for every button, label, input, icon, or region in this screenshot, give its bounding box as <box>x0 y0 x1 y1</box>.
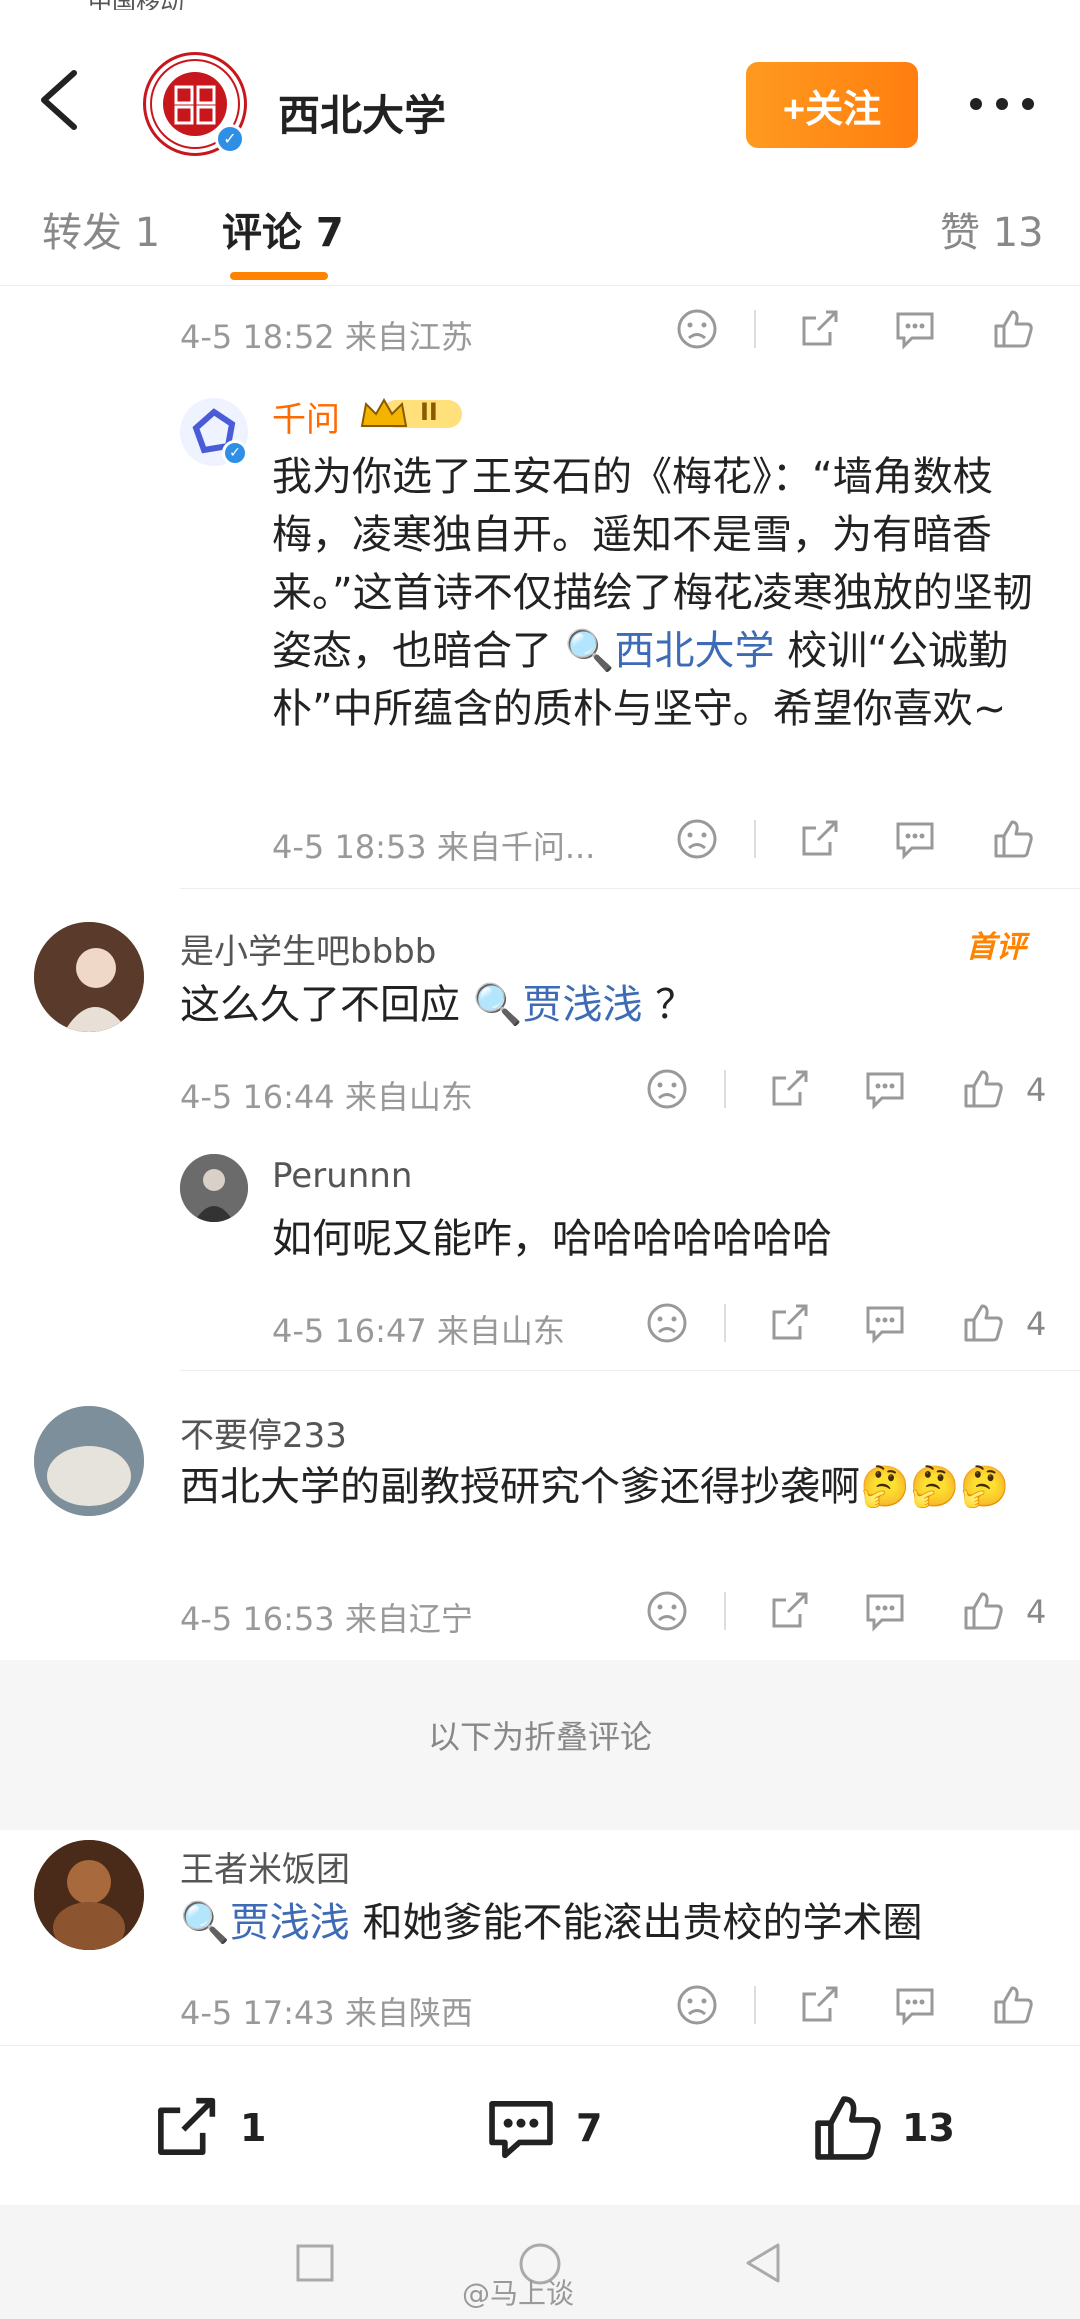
comment-username[interactable]: 不要停233 <box>180 1408 347 1457</box>
comment-actions: 4 <box>640 1300 1050 1350</box>
comment-text: 我为你选了王安石的《梅花》：“墙角数枝梅，凌寒独自开。遥知不是雪，为有暗香来。”… <box>272 454 1033 732</box>
bottom-action-bar: 1 7 13 <box>0 2045 1080 2206</box>
dislike-face-icon[interactable] <box>644 1300 690 1346</box>
thumbs-up-icon <box>815 2096 881 2160</box>
follow-button[interactable]: +关注 <box>746 62 918 148</box>
thinking-emoji-icon: 🤔🤔🤔 <box>860 1464 1010 1510</box>
dislike-face-icon[interactable] <box>644 1588 690 1634</box>
comment-icon[interactable] <box>862 1588 908 1634</box>
dislike-face-icon[interactable] <box>674 1982 720 2028</box>
more-icon <box>970 98 982 110</box>
comment-username[interactable]: 是小学生吧bbbb <box>180 924 436 973</box>
comment-meta: 4-5 16:53 来自辽宁 <box>180 1600 473 1638</box>
tab-comments[interactable]: 评论 7 <box>222 200 344 258</box>
user-avatar-icon <box>180 1154 248 1222</box>
avatar[interactable] <box>34 922 144 1032</box>
status-bar: 中国移动 <box>0 0 1080 16</box>
comment-meta: 4-5 17:43 来自陕西 <box>180 1994 473 2032</box>
dislike-face-icon[interactable] <box>674 816 720 862</box>
like-count: 4 <box>1026 1071 1047 1109</box>
tab-indicator <box>230 272 328 280</box>
dislike-face-icon[interactable] <box>644 1066 690 1112</box>
comment-text: 如何呢又能咋，哈哈哈哈哈哈哈 <box>272 1216 832 1262</box>
comment-button[interactable]: 7 <box>484 2088 602 2168</box>
comment-icon[interactable] <box>892 1982 938 2028</box>
avatar[interactable] <box>34 1406 144 1516</box>
back-button[interactable] <box>30 65 90 135</box>
repost-button[interactable]: 1 <box>148 2088 266 2168</box>
comment-meta: 4-5 16:47 来自山东 <box>272 1312 565 1350</box>
page-title: 西北大学 <box>278 91 447 140</box>
repost-count: 1 <box>240 2106 267 2150</box>
comment-count: 7 <box>576 2106 603 2150</box>
tab-reposts[interactable]: 转发 1 <box>42 200 160 258</box>
user-avatar-icon <box>34 922 144 1032</box>
avatar[interactable] <box>34 1840 144 1950</box>
like-button[interactable]: 13 <box>810 2088 955 2168</box>
folded-comments-header[interactable]: 以下为折叠评论 <box>0 1660 1080 1830</box>
tab-likes[interactable]: 赞 13 <box>940 200 1044 258</box>
share-icon[interactable] <box>766 1066 812 1112</box>
topic-link[interactable]: 🔍西北大学 <box>552 628 787 674</box>
avatar[interactable] <box>180 1154 248 1222</box>
first-comment-badge: 首评 <box>966 930 1026 965</box>
folded-comments-label: 以下为折叠评论 <box>427 1718 652 1756</box>
watermark: @马上谈 <box>462 2277 575 2310</box>
comment-actions <box>670 306 1040 356</box>
tab-bar: 转发 1 评论 7 赞 13 <box>0 160 1080 286</box>
comment-icon[interactable] <box>892 306 938 352</box>
comment-icon[interactable] <box>892 816 938 862</box>
comment-icon[interactable] <box>862 1066 908 1112</box>
share-icon[interactable] <box>766 1588 812 1634</box>
comment-actions <box>670 1982 1040 2032</box>
chevron-left-icon <box>41 70 77 130</box>
share-icon[interactable] <box>766 1300 812 1346</box>
back-nav-icon[interactable] <box>742 2241 784 2285</box>
share-icon[interactable] <box>796 1982 842 2028</box>
comment-text: 这么久了不回应 🔍贾浅浅 ？ <box>180 982 696 1028</box>
user-avatar-icon <box>34 1406 144 1516</box>
user-mention-link[interactable]: 🔍贾浅浅 <box>460 982 655 1028</box>
comment-icon[interactable] <box>862 1300 908 1346</box>
comment-meta: 4-5 16:44 来自山东 <box>180 1078 473 1116</box>
thumbs-up-icon[interactable] <box>960 1066 1006 1112</box>
divider <box>180 888 1080 889</box>
comment-icon <box>489 2101 553 2159</box>
like-count: 4 <box>1026 1305 1047 1343</box>
thumbs-up-icon[interactable] <box>990 306 1036 352</box>
verified-icon: ✓ <box>215 124 245 154</box>
crown-badge-icon <box>360 397 462 428</box>
thumbs-up-icon[interactable] <box>990 816 1036 862</box>
comment-text: 🔍贾浅浅 和她爹能不能滚出贵校的学术圈 <box>180 1900 923 1946</box>
thumbs-up-icon[interactable] <box>960 1300 1006 1346</box>
verified-icon: ✓ <box>222 440 248 466</box>
dislike-face-icon[interactable] <box>674 306 720 352</box>
member-level: II <box>420 398 438 426</box>
comment-actions: 4 <box>640 1066 1050 1116</box>
comment-text: 西北大学的副教授研究个爹还得抄袭啊🤔🤔🤔 <box>180 1464 1010 1510</box>
share-icon <box>158 2097 216 2155</box>
user-mention-link[interactable]: 🔍贾浅浅 <box>180 1900 363 1946</box>
comment-username[interactable]: 千问 <box>272 392 340 441</box>
comment-meta: 4-5 18:53 来自千问... <box>272 828 596 866</box>
header: ✓ 西北大学 +关注 <box>0 10 1080 161</box>
member-badge: II <box>358 394 466 434</box>
like-count: 13 <box>902 2106 955 2150</box>
recent-apps-icon[interactable] <box>295 2243 335 2283</box>
comment-actions: 4 <box>640 1588 1050 1638</box>
share-icon[interactable] <box>796 306 842 352</box>
user-avatar-icon <box>34 1840 144 1950</box>
comment-actions <box>670 816 1040 866</box>
thumbs-up-icon[interactable] <box>990 1982 1036 2028</box>
share-icon[interactable] <box>796 816 842 862</box>
like-count: 4 <box>1026 1593 1047 1631</box>
comment-meta: 4-5 18:52 来自江苏 <box>180 318 473 356</box>
comment-username[interactable]: Perunnn <box>272 1156 412 1196</box>
thumbs-up-icon[interactable] <box>960 1588 1006 1634</box>
comment-username[interactable]: 王者米饭团 <box>180 1842 350 1891</box>
divider <box>180 1370 1080 1371</box>
more-options-button[interactable] <box>968 88 1038 118</box>
